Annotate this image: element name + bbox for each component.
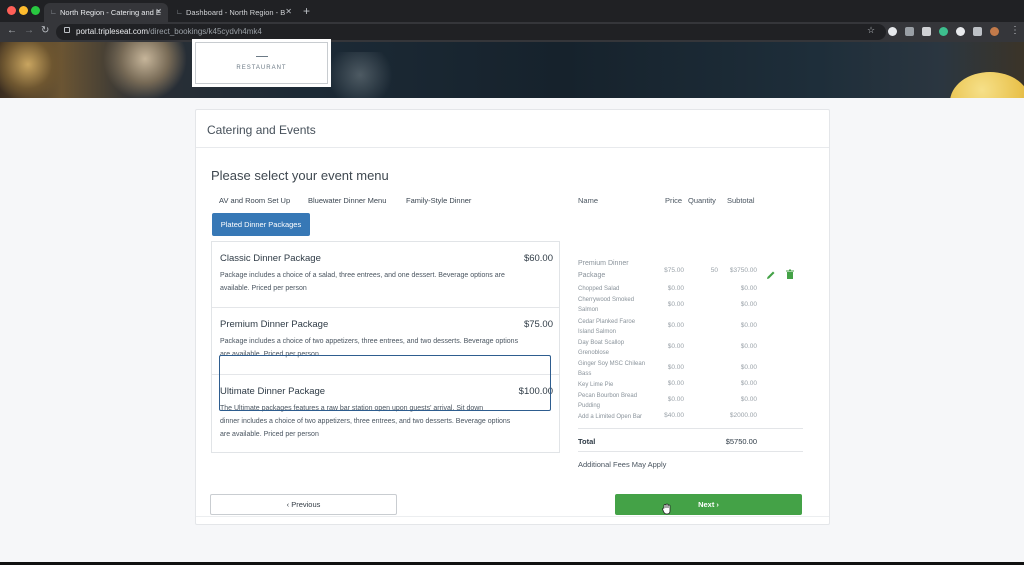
category-plated-dinner[interactable]: Plated Dinner Packages xyxy=(212,213,310,236)
summary-item-subtotal: $0.00 xyxy=(740,380,757,387)
tab-title: Dashboard - North Region - B xyxy=(186,8,286,17)
tab-title: North Region - Catering and E xyxy=(60,8,161,17)
extension-icon[interactable] xyxy=(888,27,897,36)
summary-item-price: $0.00 xyxy=(667,285,684,292)
lemon-image xyxy=(950,72,1024,98)
card-header: Catering and Events xyxy=(196,110,829,148)
summary-header-quantity: Quantity xyxy=(688,196,716,205)
summary-item-subtotal: $0.00 xyxy=(740,364,757,371)
summary-item-subtotal: $0.00 xyxy=(740,343,757,350)
selected-package-outline xyxy=(219,355,551,411)
category-bluewater-dinner[interactable]: Bluewater Dinner Menu xyxy=(308,196,386,205)
summary-header-price: Price xyxy=(665,196,683,205)
summary-item-quantity: 50 xyxy=(710,267,718,274)
bookmark-star-icon[interactable]: ☆ xyxy=(867,25,875,36)
minimize-window-button[interactable] xyxy=(19,6,28,15)
package-price: $75.00 xyxy=(523,319,553,330)
close-tab-icon[interactable]: ✕ xyxy=(155,7,162,16)
previous-button[interactable]: ‹ Previous xyxy=(210,494,397,515)
package-description: Package includes a choice of a salad, th… xyxy=(220,272,505,292)
browser-toolbar: ← → ↻ portal.tripleseat.com/direct_booki… xyxy=(0,22,1024,42)
summary-header-subtotal: Subtotal xyxy=(727,196,755,205)
package-classic[interactable]: Classic Dinner Package $60.00 Package in… xyxy=(212,242,559,307)
edit-icon[interactable] xyxy=(766,270,776,280)
package-name: Premium Dinner Package xyxy=(220,319,329,330)
summary-item-price: $0.00 xyxy=(667,380,684,387)
summary-item-subtotal: $0.00 xyxy=(740,301,757,308)
address-bar[interactable]: portal.tripleseat.com/direct_bookings/k4… xyxy=(56,24,886,40)
summary-divider xyxy=(578,451,803,452)
reload-icon[interactable]: ↻ xyxy=(41,25,49,36)
avatar[interactable] xyxy=(990,27,999,36)
next-button[interactable]: Next › xyxy=(615,494,802,515)
summary-divider xyxy=(578,428,803,429)
category-family-style[interactable]: Family-Style Dinner xyxy=(406,196,471,205)
section-title: Please select your event menu xyxy=(211,168,389,183)
category-av-room[interactable]: AV and Room Set Up xyxy=(219,196,290,205)
extension-icon[interactable] xyxy=(939,27,948,36)
package-price: $60.00 xyxy=(523,253,553,264)
summary-item-price: $0.00 xyxy=(667,364,684,371)
summary-item-price: $0.00 xyxy=(667,322,684,329)
summary-item-price: $0.00 xyxy=(667,301,684,308)
trash-icon[interactable] xyxy=(785,269,795,280)
puzzle-icon[interactable] xyxy=(973,27,982,36)
summary-item-price: $0.00 xyxy=(667,396,684,403)
summary-item-price: $40.00 xyxy=(664,412,684,419)
close-tab-icon[interactable]: ✕ xyxy=(285,7,292,16)
logo-text: RESTAURANT xyxy=(236,65,287,71)
forward-icon[interactable]: → xyxy=(24,25,34,36)
hero-banner xyxy=(0,42,1024,98)
page: RESTAURANT Catering and Events Please se… xyxy=(0,39,1024,562)
lock-icon xyxy=(64,27,70,33)
browser-chrome: ∟ North Region - Catering and E ✕ ∟ Dash… xyxy=(0,0,1024,42)
summary-item-subtotal: $0.00 xyxy=(740,396,757,403)
tab-favicon-icon: ∟ xyxy=(50,9,57,16)
package-list: Classic Dinner Package $60.00 Package in… xyxy=(211,241,560,453)
back-icon[interactable]: ← xyxy=(7,25,17,36)
booking-card: Catering and Events Please select your e… xyxy=(195,109,830,525)
browser-tab-active[interactable]: ∟ North Region - Catering and E ✕ xyxy=(44,3,168,22)
tab-strip: ∟ North Region - Catering and E ✕ ∟ Dash… xyxy=(0,0,1024,22)
close-window-button[interactable] xyxy=(7,6,16,15)
maximize-window-button[interactable] xyxy=(31,6,40,15)
kebab-menu-icon[interactable]: ⋮ xyxy=(1010,25,1020,36)
hero-image-decoration xyxy=(100,42,190,98)
extension-icon[interactable] xyxy=(956,27,965,36)
extension-icon[interactable] xyxy=(905,27,914,36)
browser-tab[interactable]: ∟ Dashboard - North Region - B ✕ xyxy=(170,3,298,22)
summary-total-label: Total xyxy=(578,437,596,446)
card-footer-divider xyxy=(196,516,829,517)
summary-item-subtotal: $0.00 xyxy=(740,322,757,329)
hero-image-decoration xyxy=(0,42,70,98)
extension-icon[interactable] xyxy=(922,27,931,36)
mouse-cursor-icon xyxy=(662,503,671,515)
summary-item-price: $75.00 xyxy=(664,267,684,274)
card-title: Catering and Events xyxy=(207,123,316,137)
summary-total-value: $5750.00 xyxy=(725,437,757,446)
summary-item-subtotal: $3750.00 xyxy=(729,267,757,274)
package-name: Classic Dinner Package xyxy=(220,253,321,264)
summary-item-price: $0.00 xyxy=(667,343,684,350)
tab-favicon-icon: ∟ xyxy=(176,9,183,16)
restaurant-logo: RESTAURANT xyxy=(192,39,331,87)
summary-header-name: Name xyxy=(578,196,599,205)
summary-item-subtotal: $2000.00 xyxy=(729,412,757,419)
new-tab-button[interactable]: + xyxy=(303,4,310,18)
summary-item-subtotal: $0.00 xyxy=(740,285,757,292)
logo-divider xyxy=(256,56,268,57)
hero-image-decoration xyxy=(320,52,400,98)
fees-note: Additional Fees May Apply xyxy=(578,460,667,469)
url-text: portal.tripleseat.com/direct_bookings/k4… xyxy=(76,27,262,36)
